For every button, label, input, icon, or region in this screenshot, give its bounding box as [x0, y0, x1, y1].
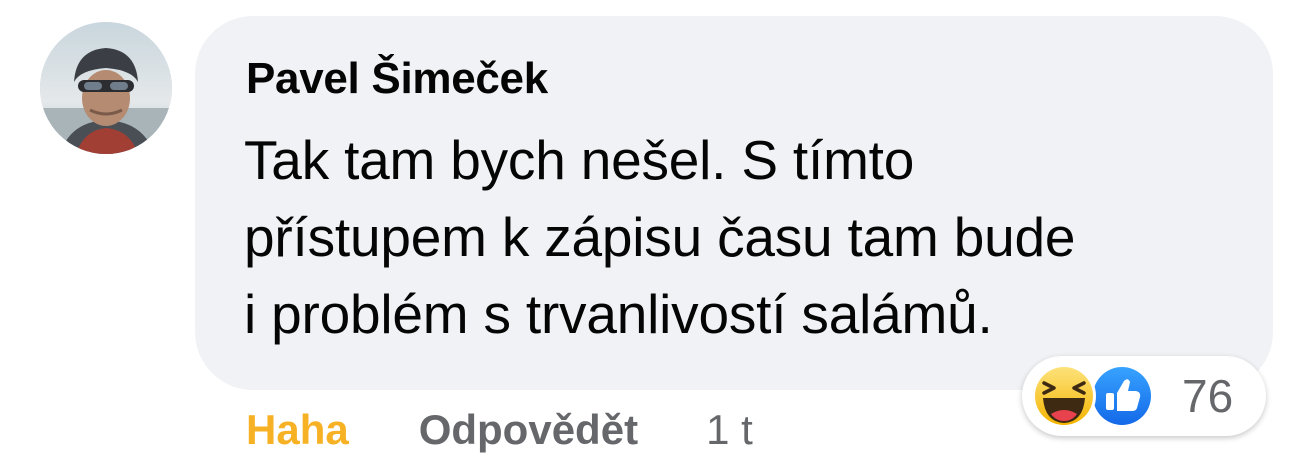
reaction-button[interactable]: Haha [246, 406, 349, 454]
reaction-count: 76 [1182, 370, 1234, 422]
like-emoji-icon [1090, 364, 1154, 428]
comment-author[interactable]: Pavel Šimeček [246, 54, 548, 104]
comment-container: Pavel Šimeček Tak tam bych nešel. S tímt… [0, 0, 1302, 472]
avatar[interactable] [40, 22, 172, 154]
reply-button[interactable]: Odpovědět [419, 406, 638, 454]
reactions-summary[interactable]: 76 [1022, 356, 1266, 436]
comment-text-line: Tak tam bych nešel. S tímto [244, 129, 915, 191]
comment-text: Tak tam bych nešel. S tímto přístupem k … [244, 122, 1254, 353]
comment-text-line: i problém s trvanlivostí salámů. [244, 283, 993, 345]
comment-timestamp[interactable]: 1 t [706, 406, 753, 454]
haha-emoji-icon [1032, 364, 1096, 428]
comment-actions: Haha Odpovědět 1 t [246, 404, 753, 456]
comment-text-line: přístupem k zápisu času tam bude [244, 206, 1076, 268]
profile-photo-icon [40, 22, 172, 154]
